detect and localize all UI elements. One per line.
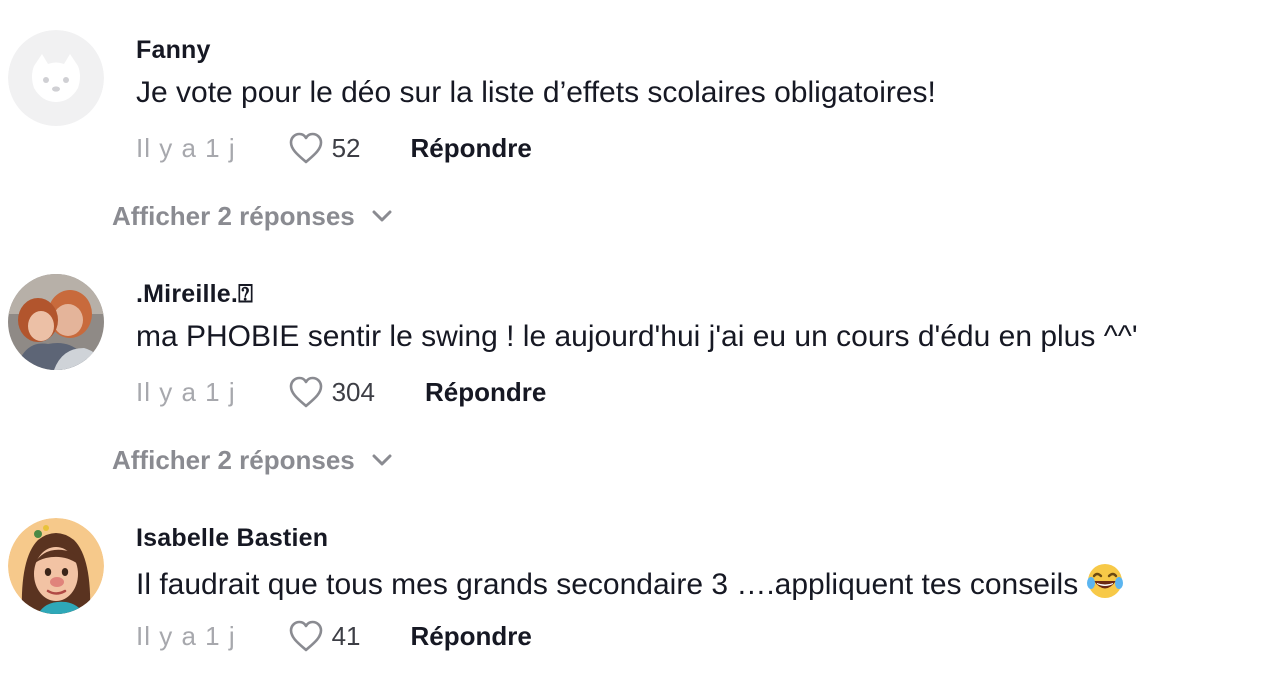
comment-timestamp: Il y a 1 j (136, 132, 236, 163)
show-replies-button[interactable]: Afficher 2 réponses (112, 198, 393, 234)
reply-button[interactable]: Répondre (425, 377, 546, 408)
comment-meta: Il y a 1 j 41 Répondre (136, 618, 532, 654)
comment-timestamp: Il y a 1 j (136, 620, 236, 651)
comment-meta: Il y a 1 j 52 Répondre (136, 130, 532, 166)
like-button[interactable]: 41 (288, 619, 361, 653)
heart-icon[interactable] (288, 375, 324, 409)
show-replies-button[interactable]: Afficher 2 réponses (112, 442, 393, 478)
show-replies-label: Afficher 2 réponses (112, 200, 355, 231)
like-button[interactable]: 304 (288, 375, 375, 409)
comment-text-row: Il faudrait que tous mes grands secondai… (136, 562, 1124, 602)
chevron-down-icon (372, 210, 392, 222)
avatar-photo[interactable] (8, 274, 104, 370)
like-count: 52 (331, 132, 361, 163)
comment-meta: Il y a 1 j 304 Répondre (136, 374, 546, 410)
like-count: 304 (331, 376, 375, 407)
like-button[interactable]: 52 (288, 131, 361, 165)
heart-icon[interactable] (288, 131, 324, 165)
comment-username[interactable]: Fanny (136, 36, 211, 65)
laughing-emoji-icon (1087, 564, 1124, 598)
comment-username[interactable]: Isabelle Bastien (136, 524, 328, 553)
heart-icon[interactable] (288, 619, 324, 653)
chevron-down-icon (372, 454, 392, 466)
comment-text: Je vote pour le déo sur la liste d’effet… (136, 76, 936, 109)
comment-username[interactable]: .Mireille.⍰ (136, 280, 253, 309)
comment-timestamp: Il y a 1 j (136, 376, 236, 407)
comment-text: ma PHOBIE sentir le swing ! le aujourd'h… (136, 320, 1138, 353)
like-count: 41 (331, 620, 361, 651)
avatar-illustration[interactable] (8, 518, 104, 614)
reply-button[interactable]: Répondre (411, 133, 532, 164)
show-replies-label: Afficher 2 réponses (112, 444, 355, 475)
reply-button[interactable]: Répondre (411, 621, 532, 652)
avatar-default[interactable] (8, 30, 104, 126)
comment-text: Il faudrait que tous mes grands secondai… (136, 568, 1079, 601)
